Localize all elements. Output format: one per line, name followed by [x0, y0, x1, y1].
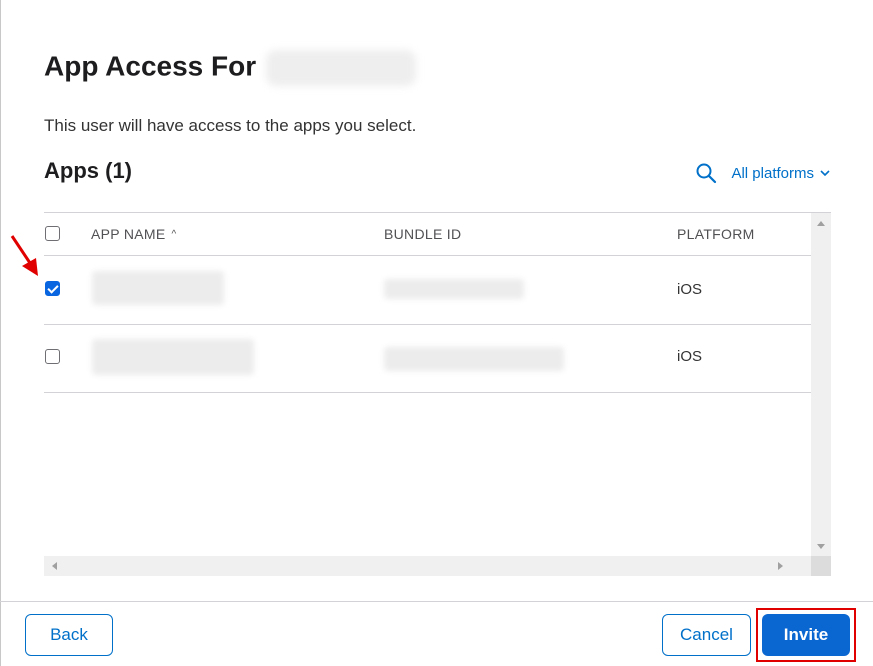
scroll-left-arrow-icon[interactable] — [52, 562, 57, 570]
redacted-app-name — [92, 339, 254, 375]
platform-cell: iOS — [677, 348, 703, 365]
annotation-highlight-box — [756, 608, 856, 662]
back-button[interactable]: Back — [25, 614, 113, 656]
redacted-bundle-id — [384, 347, 564, 371]
column-header-bundle-id[interactable]: BUNDLE ID — [384, 213, 461, 255]
row-divider — [44, 392, 811, 393]
row-divider — [44, 255, 811, 256]
redacted-app-name — [92, 271, 224, 305]
search-icon[interactable] — [695, 162, 717, 184]
column-header-platform[interactable]: PLATFORM — [677, 213, 755, 255]
dialog-title: App Access For — [44, 50, 416, 86]
scrollbar-corner — [811, 556, 831, 576]
sort-ascending-icon[interactable]: ^ — [172, 229, 177, 240]
chevron-down-icon[interactable] — [819, 167, 831, 179]
vertical-scrollbar[interactable] — [811, 213, 831, 557]
cancel-button[interactable]: Cancel — [662, 614, 751, 656]
horizontal-scrollbar[interactable] — [44, 556, 811, 576]
footer-divider — [0, 601, 873, 602]
annotation-arrow-icon — [10, 235, 38, 276]
dialog-title-text: App Access For — [44, 50, 257, 82]
platform-filter-label[interactable]: All platforms — [731, 165, 814, 182]
scroll-down-arrow-icon[interactable] — [817, 544, 825, 549]
window-edge — [0, 0, 1, 666]
redacted-bundle-id — [384, 279, 524, 299]
platform-cell: iOS — [677, 281, 703, 298]
row-checkbox[interactable] — [45, 281, 60, 296]
row-divider — [44, 324, 811, 325]
select-all-checkbox[interactable] — [45, 226, 60, 241]
apps-heading: Apps (1) — [44, 158, 132, 183]
column-header-app-name[interactable]: APP NAME ^ — [91, 213, 177, 255]
apps-table: APP NAME ^ BUNDLE ID PLATFORM iOS iOS — [44, 212, 831, 576]
scroll-up-arrow-icon[interactable] — [817, 221, 825, 226]
row-checkbox[interactable] — [45, 349, 60, 364]
scroll-right-arrow-icon[interactable] — [778, 562, 783, 570]
dialog-description: This user will have access to the apps y… — [44, 116, 417, 135]
redacted-user-name — [265, 50, 416, 86]
platform-filter[interactable]: All platforms — [695, 162, 831, 184]
